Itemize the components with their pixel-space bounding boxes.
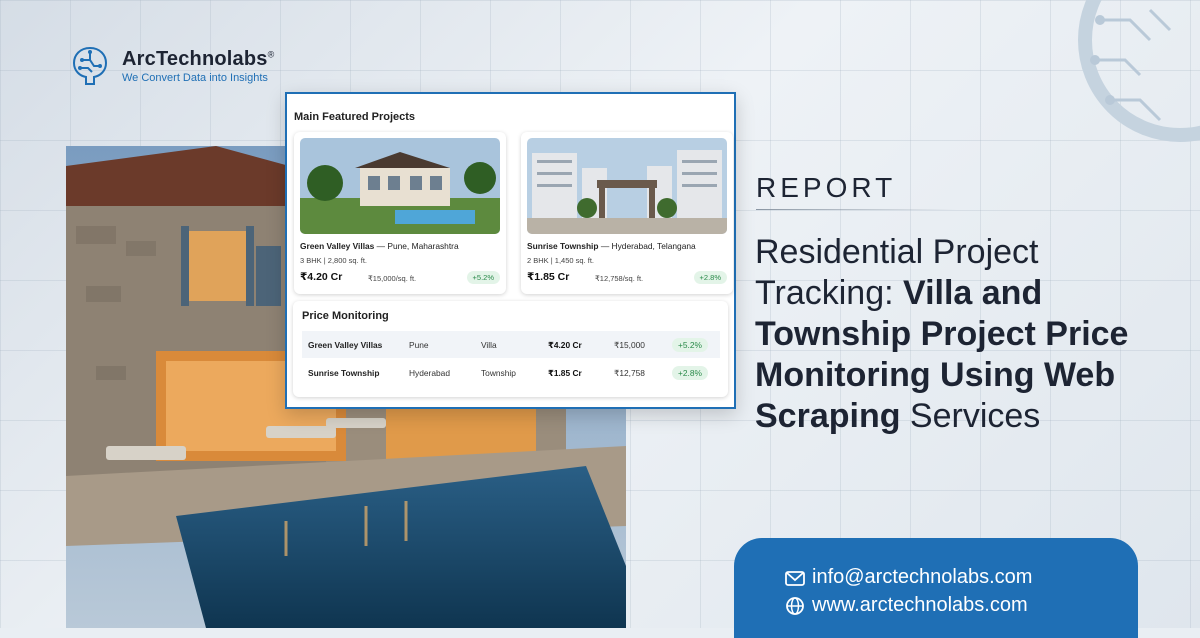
cell-rate: ₹15,000 xyxy=(614,340,645,350)
project-price: ₹4.20 Cr xyxy=(300,271,343,283)
township-photo-icon xyxy=(527,138,727,234)
logo-brain-icon xyxy=(72,46,108,85)
report-kicker: REPORT xyxy=(756,172,897,203)
project-spec: 2 BHK | 1,450 sq. ft. xyxy=(527,256,594,265)
price-monitoring-table: Price Monitoring Green Valley Villas Pun… xyxy=(293,301,728,397)
featured-projects-panel: Main Featured Projects Green Valley Vill… xyxy=(285,92,736,409)
contact-block: info@arctechnolabs.com www.arctechnolabs… xyxy=(734,538,1138,638)
table-row[interactable]: Green Valley Villas Pune Villa ₹4.20 Cr … xyxy=(302,331,720,358)
cell-city: Pune xyxy=(409,340,429,350)
website-text: www.arctechnolabs.com xyxy=(812,594,1028,616)
mail-icon xyxy=(785,570,805,586)
brand-logo[interactable]: ArcTechnolabs® We Convert Data into Insi… xyxy=(66,42,274,90)
globe-icon xyxy=(786,596,804,615)
brand-name: ArcTechnolabs® xyxy=(122,48,275,70)
table-row[interactable]: Sunrise Township Hyderabad Township ₹1.8… xyxy=(302,359,720,386)
project-rate: ₹15,000/sq. ft. xyxy=(368,274,417,283)
email-text: info@arctechnolabs.com xyxy=(812,566,1033,588)
page-title: Residential Project Tracking: Villa and … xyxy=(755,233,1129,435)
brand-tagline: We Convert Data into Insights xyxy=(122,72,268,84)
cell-change: +5.2% xyxy=(672,338,708,352)
cell-type: Villa xyxy=(481,340,497,350)
project-spec: 3 BHK | 2,800 sq. ft. xyxy=(300,256,367,265)
project-rate: ₹12,758/sq. ft. xyxy=(595,274,644,283)
project-change-badge: +5.2% xyxy=(466,271,500,284)
project-card-township[interactable]: Sunrise Township — Hyderabad, Telangana … xyxy=(521,132,733,294)
project-change-badge: +2.8% xyxy=(693,271,727,284)
villa-photo-icon xyxy=(300,138,500,234)
project-card-villa[interactable]: Green Valley Villas — Pune, Maharashtra … xyxy=(294,132,506,294)
project-price: ₹1.85 Cr xyxy=(527,271,570,283)
cell-project: Green Valley Villas xyxy=(308,340,383,350)
website-link[interactable]: www.arctechnolabs.com xyxy=(784,594,1028,617)
project-name: Green Valley Villas — Pune, Maharashtra xyxy=(300,241,459,251)
cell-type: Township xyxy=(481,368,516,378)
cell-city: Hyderabad xyxy=(409,368,450,378)
kicker-divider xyxy=(756,209,956,210)
price-monitoring-title: Price Monitoring xyxy=(302,310,389,322)
cell-rate: ₹12,758 xyxy=(614,368,645,378)
panel-title: Main Featured Projects xyxy=(294,111,416,123)
cell-price: ₹4.20 Cr xyxy=(548,340,582,350)
cell-price: ₹1.85 Cr xyxy=(548,368,582,378)
circuit-decoration-icon xyxy=(1078,0,1200,142)
email-link[interactable]: info@arctechnolabs.com xyxy=(784,566,1032,589)
cell-change: +2.8% xyxy=(672,366,708,380)
cell-project: Sunrise Township xyxy=(308,368,380,378)
project-name: Sunrise Township — Hyderabad, Telangana xyxy=(527,241,696,251)
